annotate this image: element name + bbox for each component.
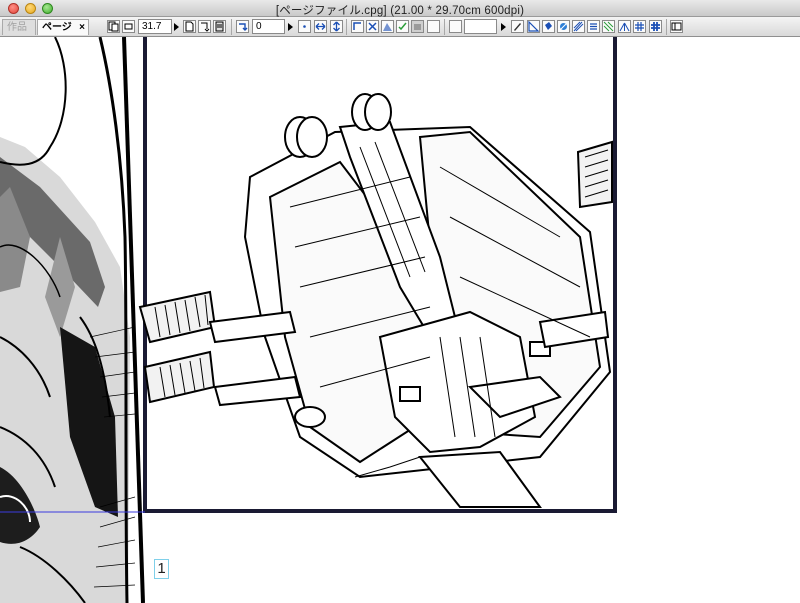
page-panel: [138, 37, 617, 513]
page-turn-icon[interactable]: [198, 20, 211, 33]
toolbar-separator: [231, 19, 232, 35]
toolbar: 作品 ページ × 31.7 0: [0, 17, 800, 37]
flip-horizontal-icon[interactable]: [314, 20, 327, 33]
flash-icon[interactable]: [587, 20, 600, 33]
tool-icon[interactable]: [427, 20, 440, 33]
layer-check-icon[interactable]: [396, 20, 409, 33]
rotate-icon[interactable]: [236, 20, 249, 33]
grid-icon[interactable]: [633, 20, 646, 33]
value-arrow-icon[interactable]: [501, 23, 506, 31]
palette-icon[interactable]: [449, 20, 462, 33]
toolbar-separator: [444, 19, 445, 35]
flip-vertical-icon[interactable]: [330, 20, 343, 33]
value-field[interactable]: [464, 19, 497, 34]
tone-icon[interactable]: [557, 20, 570, 33]
perspective-icon[interactable]: [381, 20, 394, 33]
grid-alt-icon[interactable]: [649, 20, 662, 33]
pen-icon[interactable]: [511, 20, 524, 33]
zoom-arrow-icon[interactable]: [174, 23, 179, 31]
new-page-icon[interactable]: [183, 20, 196, 33]
tab-page[interactable]: ページ ×: [37, 19, 89, 35]
tab-page-label: ページ: [42, 22, 72, 33]
page-list-icon[interactable]: [213, 20, 226, 33]
fill-icon[interactable]: [542, 20, 555, 33]
disabled-tool-icon: [411, 20, 424, 33]
title-bar: [ページファイル.cpg] (21.00 * 29.70cm 600dpi): [0, 0, 800, 17]
triangle-ruler-icon[interactable]: [527, 20, 540, 33]
tab-works-label: 作品: [7, 22, 27, 33]
toolbar-separator: [346, 19, 347, 35]
reset-rotation-icon[interactable]: [298, 20, 311, 33]
rotation-field[interactable]: 0: [252, 19, 285, 34]
character-artwork: [0, 37, 136, 603]
tab-works[interactable]: 作品: [2, 19, 36, 35]
drawing-canvas[interactable]: 1: [0, 37, 800, 603]
tab-close-icon[interactable]: ×: [79, 20, 85, 36]
page-number-label: 1: [154, 559, 169, 579]
hatching-icon[interactable]: [602, 20, 615, 33]
panel-toggle-icon[interactable]: [670, 20, 683, 33]
zoom-level-field[interactable]: 31.7: [138, 19, 172, 34]
perspective-ruler-icon[interactable]: [618, 20, 631, 33]
manga-artwork: [0, 37, 617, 603]
page-setup-icon[interactable]: [107, 20, 120, 33]
window-title: [ページファイル.cpg] (21.00 * 29.70cm 600dpi): [275, 5, 525, 17]
toolbar-separator: [666, 19, 667, 35]
speed-lines-icon[interactable]: [572, 20, 585, 33]
fit-page-icon[interactable]: [122, 20, 135, 33]
rotation-arrow-icon[interactable]: [288, 23, 293, 31]
transform-icon[interactable]: [366, 20, 379, 33]
ruler-icon[interactable]: [351, 20, 364, 33]
